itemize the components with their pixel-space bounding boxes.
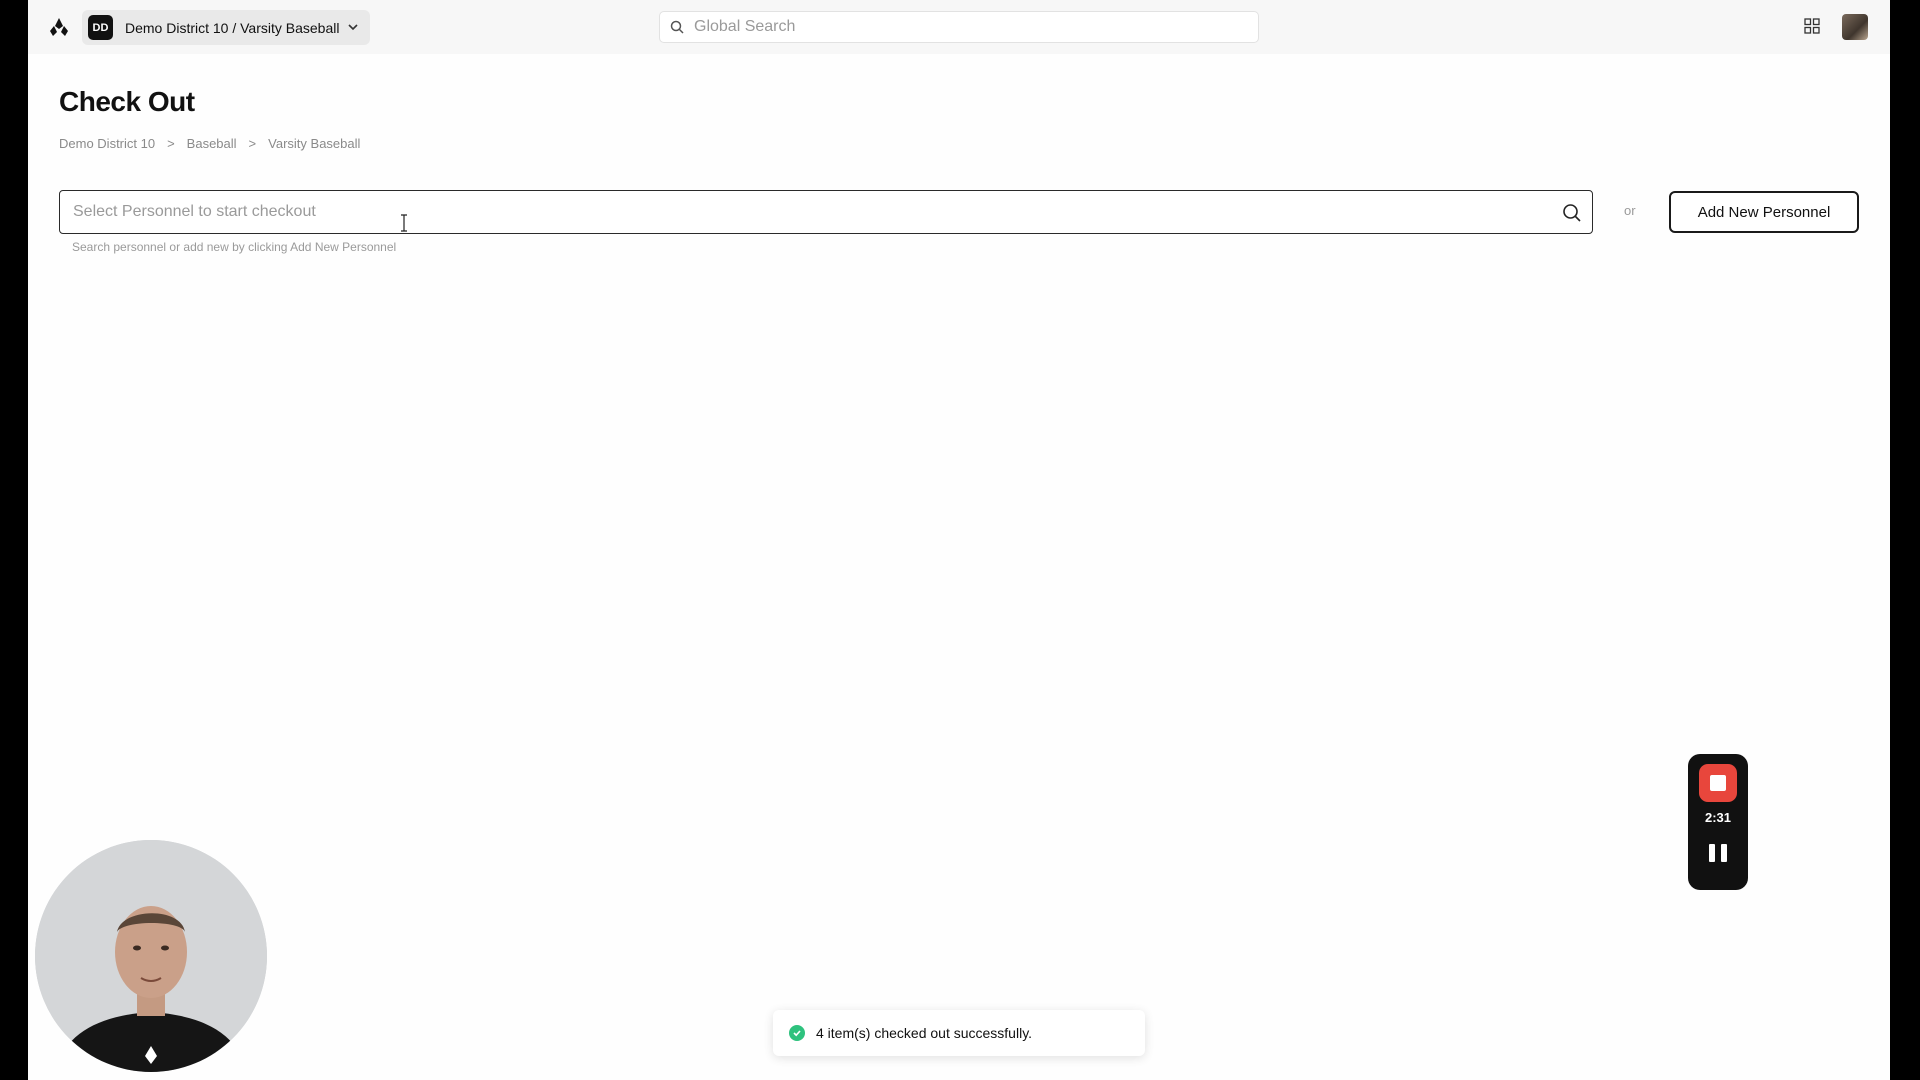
search-icon[interactable] (1562, 203, 1582, 223)
or-divider-text: or (1624, 203, 1636, 218)
breadcrumb-separator: > (248, 136, 257, 151)
apps-grid-icon[interactable] (1804, 18, 1820, 34)
toast-message: 4 item(s) checked out successfully. (816, 1025, 1033, 1041)
webcam-overlay (35, 840, 267, 1072)
app-window: DD Demo District 10 / Varsity Baseball C… (28, 0, 1890, 1080)
breadcrumb: Demo District 10 > Baseball > Varsity Ba… (59, 136, 360, 151)
personnel-select[interactable] (59, 190, 1593, 234)
breadcrumb-separator: > (167, 136, 175, 151)
app-logo-icon[interactable] (48, 16, 70, 38)
top-bar: DD Demo District 10 / Varsity Baseball (28, 0, 1890, 54)
screen-recorder-widget: 2:31 (1688, 754, 1748, 890)
global-search[interactable] (659, 11, 1259, 43)
breadcrumb-sport[interactable]: Baseball (187, 136, 237, 151)
search-icon (670, 20, 684, 34)
org-initials-badge: DD (88, 15, 113, 40)
presenter-video (35, 840, 267, 1072)
pause-icon (1709, 844, 1715, 862)
text-cursor-icon (401, 214, 407, 232)
user-avatar[interactable] (1842, 14, 1868, 40)
stop-recording-button[interactable] (1699, 764, 1737, 802)
add-new-personnel-button[interactable]: Add New Personnel (1669, 191, 1859, 233)
page-title: Check Out (59, 86, 195, 117)
recording-timer: 2:31 (1704, 810, 1732, 825)
org-label: Demo District 10 / Varsity Baseball (125, 19, 340, 36)
check-circle-icon (789, 1025, 805, 1041)
personnel-search-input[interactable] (73, 203, 1533, 221)
success-toast: 4 item(s) checked out successfully. (773, 1010, 1145, 1056)
chevron-down-icon (348, 24, 358, 31)
breadcrumb-team[interactable]: Varsity Baseball (268, 136, 360, 151)
organization-switcher[interactable]: DD Demo District 10 / Varsity Baseball (82, 10, 370, 45)
pause-recording-button[interactable] (1709, 844, 1727, 864)
global-search-input[interactable] (694, 18, 1234, 36)
stop-icon (1710, 775, 1726, 791)
personnel-helper-text: Search personnel or add new by clicking … (72, 240, 397, 254)
breadcrumb-district[interactable]: Demo District 10 (59, 136, 155, 151)
